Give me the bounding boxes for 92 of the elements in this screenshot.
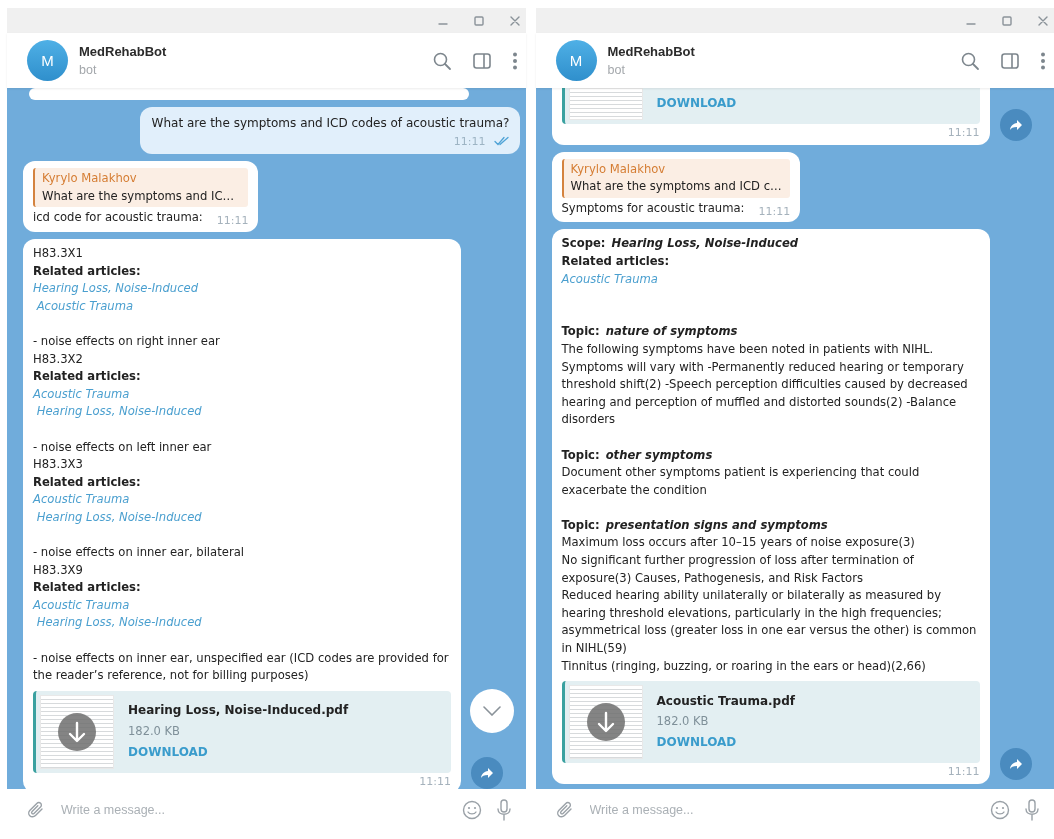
article-link[interactable]: Acoustic Trauma bbox=[33, 596, 451, 615]
forward-button[interactable] bbox=[471, 757, 503, 789]
message-text: - noise effects on inner ear, unspecified ear (ICD codes are provided for the reader’s reference, not for billing purposes) bbox=[33, 649, 450, 685]
chat-name: MedRehabBot bbox=[79, 44, 168, 59]
message-text: Document other symptoms patient is experiencing that could exacerbate the condition bbox=[561, 464, 921, 499]
message-text: - noise effects on inner ear, bilateral bbox=[33, 544, 245, 562]
quoted-message[interactable]: Kyrylo Malakhov What are the symptoms and IC… bbox=[33, 168, 249, 208]
download-link[interactable]: DOWNLOAD bbox=[656, 734, 795, 752]
topic-value: other symptoms bbox=[605, 446, 713, 464]
article-link[interactable]: Hearing Loss, Noise-Induced bbox=[33, 280, 451, 298]
quote-text: What are the symptoms and ICD c… bbox=[570, 178, 783, 196]
section-label: Related articles: bbox=[33, 368, 142, 386]
file-name: Hearing Loss, Noise-Induced.pdf bbox=[128, 702, 349, 720]
file-size: 182.0 KB bbox=[128, 723, 181, 740]
message-time: 11:11 bbox=[216, 213, 249, 230]
message-time: 11:11 bbox=[947, 125, 980, 141]
more-icon[interactable] bbox=[511, 50, 518, 71]
file-name: Acoustic Trauma.pdf bbox=[656, 692, 795, 710]
topic-label: Topic: bbox=[561, 323, 600, 341]
section-label: Related articles: bbox=[33, 579, 142, 597]
section-label: Related articles: bbox=[33, 473, 142, 491]
sidebar-icon[interactable] bbox=[471, 50, 492, 71]
download-icon[interactable] bbox=[58, 712, 96, 751]
section-label: Related articles: bbox=[561, 252, 671, 270]
message-text: Reduced hearing ability unilaterally or bilaterally as measured by hearing threshold elevations, particularly in the high frequencies; asymmetrical loss (greater loss in one ear versus the other) is common in NIHL(59) bbox=[561, 587, 978, 658]
scroll-down-button[interactable] bbox=[469, 689, 514, 733]
forward-button[interactable] bbox=[999, 108, 1032, 141]
arrow-icon bbox=[1008, 118, 1023, 131]
maximize-icon[interactable] bbox=[473, 15, 484, 26]
emoji-icon[interactable] bbox=[461, 800, 482, 820]
close-icon[interactable] bbox=[509, 15, 520, 26]
message-time: 11:11 bbox=[453, 133, 486, 150]
emoji-icon[interactable] bbox=[990, 800, 1010, 820]
maximize-icon[interactable] bbox=[1002, 15, 1012, 26]
topic-label: Scope: bbox=[561, 235, 606, 253]
message-text: H83.3X9 bbox=[33, 561, 84, 579]
microphone-icon[interactable] bbox=[495, 799, 512, 821]
sidebar-icon[interactable] bbox=[1000, 50, 1020, 71]
download-link[interactable]: DOWNLOAD bbox=[656, 95, 737, 113]
message-text: H83.3X3 bbox=[33, 456, 84, 474]
search-icon[interactable] bbox=[960, 50, 980, 71]
message-time: 11:11 bbox=[419, 773, 451, 789]
quoted-message[interactable]: Kyrylo Malakhov What are the symptoms and ICD c… bbox=[561, 158, 791, 198]
message-input[interactable]: Write a message... bbox=[587, 802, 976, 818]
article-link[interactable]: Acoustic Trauma bbox=[33, 385, 451, 404]
message-text: H83.3X2 bbox=[33, 350, 84, 368]
article-link[interactable]: Hearing Loss, Noise-Induced bbox=[33, 403, 451, 421]
topic-value: nature of symptoms bbox=[605, 323, 738, 341]
paperclip-icon[interactable] bbox=[555, 801, 574, 819]
arrow-icon bbox=[1008, 757, 1023, 770]
download-icon[interactable] bbox=[586, 703, 625, 742]
message-text: - noise effects on right inner ear bbox=[33, 332, 221, 350]
arrow-icon bbox=[480, 767, 494, 780]
search-icon[interactable] bbox=[431, 50, 452, 71]
close-icon[interactable] bbox=[1038, 15, 1048, 26]
message-input[interactable]: Write a message... bbox=[59, 802, 448, 818]
message-text: Symptoms for acoustic trauma: bbox=[561, 199, 745, 217]
paperclip-icon[interactable] bbox=[27, 801, 45, 819]
quote-text: What are the symptoms and IC… bbox=[42, 187, 236, 205]
message-text: Tinnitus (ringing, buzzing, or roaring in the ears or head)(2,66) bbox=[561, 657, 927, 675]
message-text: Maximum loss occurs after 10–15 years of noise exposure(3) bbox=[561, 534, 916, 552]
topic-label: Topic: bbox=[561, 516, 600, 534]
topic-value: Hearing Loss, Noise-Induced bbox=[611, 235, 799, 253]
topic-label: Topic: bbox=[561, 446, 600, 464]
message-time: 11:11 bbox=[947, 764, 980, 781]
article-link[interactable]: Hearing Loss, Noise-Induced bbox=[33, 614, 451, 633]
article-link[interactable]: Hearing Loss, Noise-Induced bbox=[33, 508, 451, 527]
topic-value: presentation signs and symptoms bbox=[605, 516, 828, 534]
article-link[interactable]: Acoustic Trauma bbox=[561, 270, 980, 289]
chat-status: bot bbox=[607, 63, 626, 77]
message-text: icd code for acoustic trauma: bbox=[33, 209, 203, 227]
message-text: What are the symptoms and ICD codes of acoustic trauma? bbox=[151, 115, 510, 132]
avatar: M bbox=[555, 40, 597, 81]
more-icon[interactable] bbox=[1040, 50, 1046, 71]
quote-author: Kyrylo Malakhov bbox=[570, 160, 667, 178]
message-text: H83.3X1 bbox=[33, 244, 84, 262]
message-text: No significant further progression of loss after termination of exposure(3) Causes, Pathogenesis, and Risk Factors bbox=[561, 552, 915, 587]
message-time: 11:11 bbox=[758, 203, 791, 220]
chat-name: MedRehabBot bbox=[607, 44, 696, 59]
forward-button[interactable] bbox=[999, 747, 1032, 780]
download-link[interactable]: DOWNLOAD bbox=[128, 743, 349, 762]
article-link[interactable]: Acoustic Trauma bbox=[33, 491, 451, 509]
quote-author: Kyrylo Malakhov bbox=[42, 170, 138, 188]
chevron-down-icon bbox=[482, 706, 501, 716]
article-link[interactable]: Acoustic Trauma bbox=[33, 297, 451, 316]
message-text: The following symptoms have been noted in patients with NIHL. Symptoms will vary with -Permanently reduced hearing or temporary threshold shift(2) -Speech perception difficulties caused by decreased hearing and perception of muffled and distorted sounds(2) -Balance disorders bbox=[561, 340, 969, 429]
chat-status: bot bbox=[79, 63, 98, 77]
avatar: M bbox=[27, 40, 68, 81]
message-text: - noise effects on left inner ear bbox=[33, 438, 213, 456]
file-size: 182.0 KB bbox=[656, 713, 710, 731]
section-label: Related articles: bbox=[33, 262, 142, 280]
microphone-icon[interactable] bbox=[1024, 799, 1040, 821]
